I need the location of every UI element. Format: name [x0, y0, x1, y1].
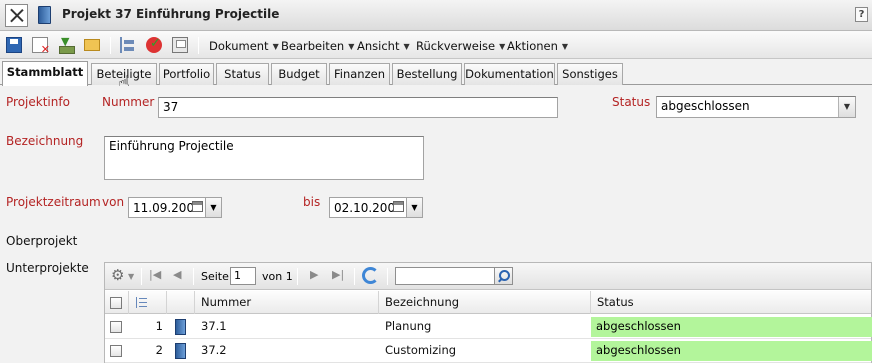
tab-finanzen[interactable]: Finanzen	[329, 63, 390, 85]
project-book-icon	[175, 343, 186, 359]
delete-icon[interactable]	[32, 37, 50, 56]
grid-header: Nummer Bezeichnung Status	[105, 291, 871, 314]
calendar-icon[interactable]	[192, 201, 203, 212]
chevron-down-icon[interactable]: ▼	[407, 197, 423, 218]
von-date-input[interactable]: 11.09.2009	[128, 197, 206, 218]
status-badge: abgeschlossen	[591, 341, 872, 361]
icon-column-header	[167, 291, 195, 314]
row-index: 2	[155, 343, 163, 357]
download-icon[interactable]	[58, 35, 75, 54]
chevron-down-icon[interactable]: ▼	[128, 272, 134, 281]
title-bar: Projekt 37 Einführung Projectile ?	[0, 0, 872, 31]
next-page-icon[interactable]: ▶	[310, 268, 318, 281]
projektinfo-label: Projektinfo	[6, 95, 70, 109]
row-bezeichnung: Customizing	[385, 343, 457, 357]
chevron-down-icon[interactable]: ▼	[838, 97, 855, 117]
row-number-header	[129, 291, 167, 314]
folder-icon[interactable]	[84, 39, 100, 51]
approve-icon[interactable]	[146, 36, 162, 53]
nummer-input[interactable]: 37	[158, 97, 558, 118]
tab-budget[interactable]: Budget	[271, 63, 327, 85]
stammblatt-form: Projektinfo Nummer 37 Status abgeschloss…	[0, 86, 872, 363]
calendar-icon[interactable]	[393, 201, 404, 212]
bezeichnung-textarea[interactable]: Einführung Projectile	[104, 136, 424, 180]
search-icon[interactable]	[495, 267, 513, 285]
grid-search-input[interactable]	[395, 267, 495, 285]
bis-label: bis	[303, 195, 321, 209]
column-header-status[interactable]: Status	[591, 291, 872, 314]
gear-icon[interactable]: ⚙	[111, 266, 124, 284]
numbered-list-icon	[136, 297, 148, 308]
bis-date-field[interactable]: 02.10.2009 ▼	[329, 197, 423, 218]
oberprojekt-label: Oberprojekt	[6, 234, 78, 248]
chevron-down-icon[interactable]: ▼	[206, 197, 222, 218]
status-label: Status	[612, 95, 651, 109]
print-icon[interactable]	[172, 37, 188, 53]
menu-ansicht[interactable]: Ansicht ▼	[357, 39, 410, 53]
von-date-field[interactable]: 11.09.2009 ▼	[128, 197, 222, 218]
status-badge: abgeschlossen	[591, 317, 872, 337]
tab-bar: Stammblatt Beteiligte Portfolio Status B…	[0, 59, 872, 86]
row-index: 1	[155, 319, 163, 333]
von-label: von	[102, 195, 125, 209]
column-header-bezeichnung[interactable]: Bezeichnung	[379, 291, 591, 314]
unterprojekte-grid: ⚙ ▼ |◀ ◀ Seite 1 von 1 ▶ ▶| Nummer Bezei…	[104, 262, 872, 363]
table-row[interactable]: 2 37.2 Customizing abgeschlossen	[105, 339, 872, 363]
menu-aktionen[interactable]: Aktionen ▼	[507, 39, 568, 53]
grid-toolbar-separator	[387, 268, 388, 285]
grid-toolbar-separator	[297, 268, 298, 285]
status-select-value: abgeschlossen	[661, 99, 750, 113]
toolbar-separator	[198, 37, 199, 54]
row-checkbox[interactable]	[110, 321, 122, 333]
menu-rueckverweise[interactable]: Rückverweise ▼	[416, 39, 505, 53]
unterprojekte-label: Unterprojekte	[6, 261, 89, 275]
row-checkbox[interactable]	[110, 345, 122, 357]
tab-bestellung[interactable]: Bestellung	[392, 63, 462, 85]
nummer-label: Nummer	[102, 95, 155, 109]
menu-dokument[interactable]: Dokument ▼	[209, 39, 279, 53]
last-page-icon[interactable]: ▶|	[332, 268, 344, 281]
page-count-label: von 1	[262, 270, 293, 283]
grid-toolbar-separator	[354, 268, 355, 285]
project-book-icon	[175, 319, 186, 335]
help-button[interactable]: ?	[855, 7, 868, 22]
save-icon[interactable]	[6, 37, 22, 53]
column-header-nummer[interactable]: Nummer	[195, 291, 379, 314]
refresh-icon[interactable]	[362, 267, 379, 284]
projektzeitraum-label: Projektzeitraum	[6, 195, 101, 209]
prev-page-icon[interactable]: ◀	[173, 268, 181, 281]
tab-portfolio[interactable]: Portfolio	[159, 63, 214, 85]
toolbar: Dokument▼ Bearbeiten▼ Ansicht▼ Rückverwe…	[0, 31, 872, 59]
window-title: Projekt 37 Einführung Projectile	[62, 7, 280, 21]
grid-toolbar-separator	[193, 268, 194, 285]
bezeichnung-label: Bezeichnung	[6, 134, 84, 148]
page-label: Seite	[201, 270, 229, 283]
hierarchy-icon[interactable]	[120, 37, 136, 53]
close-icon[interactable]	[5, 4, 28, 27]
status-select[interactable]: abgeschlossen ▼	[656, 96, 856, 118]
project-book-icon	[38, 6, 51, 24]
grid-toolbar: ⚙ ▼ |◀ ◀ Seite 1 von 1 ▶ ▶|	[105, 263, 871, 290]
grid-toolbar-separator	[141, 268, 142, 285]
select-all-header	[105, 291, 129, 314]
row-bezeichnung: Planung	[385, 319, 432, 333]
menu-bearbeiten[interactable]: Bearbeiten ▼	[281, 39, 354, 53]
table-row[interactable]: 1 37.1 Planung abgeschlossen	[105, 315, 872, 339]
first-page-icon[interactable]: |◀	[149, 268, 161, 281]
toolbar-separator	[110, 37, 111, 54]
tab-sonstiges[interactable]: Sonstiges	[557, 63, 623, 85]
tab-stammblatt[interactable]: Stammblatt	[2, 61, 88, 86]
select-all-checkbox[interactable]	[110, 297, 122, 309]
tab-dokumentation[interactable]: Dokumentation	[464, 63, 555, 85]
page-input[interactable]: 1	[230, 267, 256, 285]
bis-date-input[interactable]: 02.10.2009	[329, 197, 407, 218]
tab-status[interactable]: Status	[216, 63, 269, 85]
row-nummer: 37.1	[201, 319, 227, 333]
row-nummer: 37.2	[201, 343, 227, 357]
